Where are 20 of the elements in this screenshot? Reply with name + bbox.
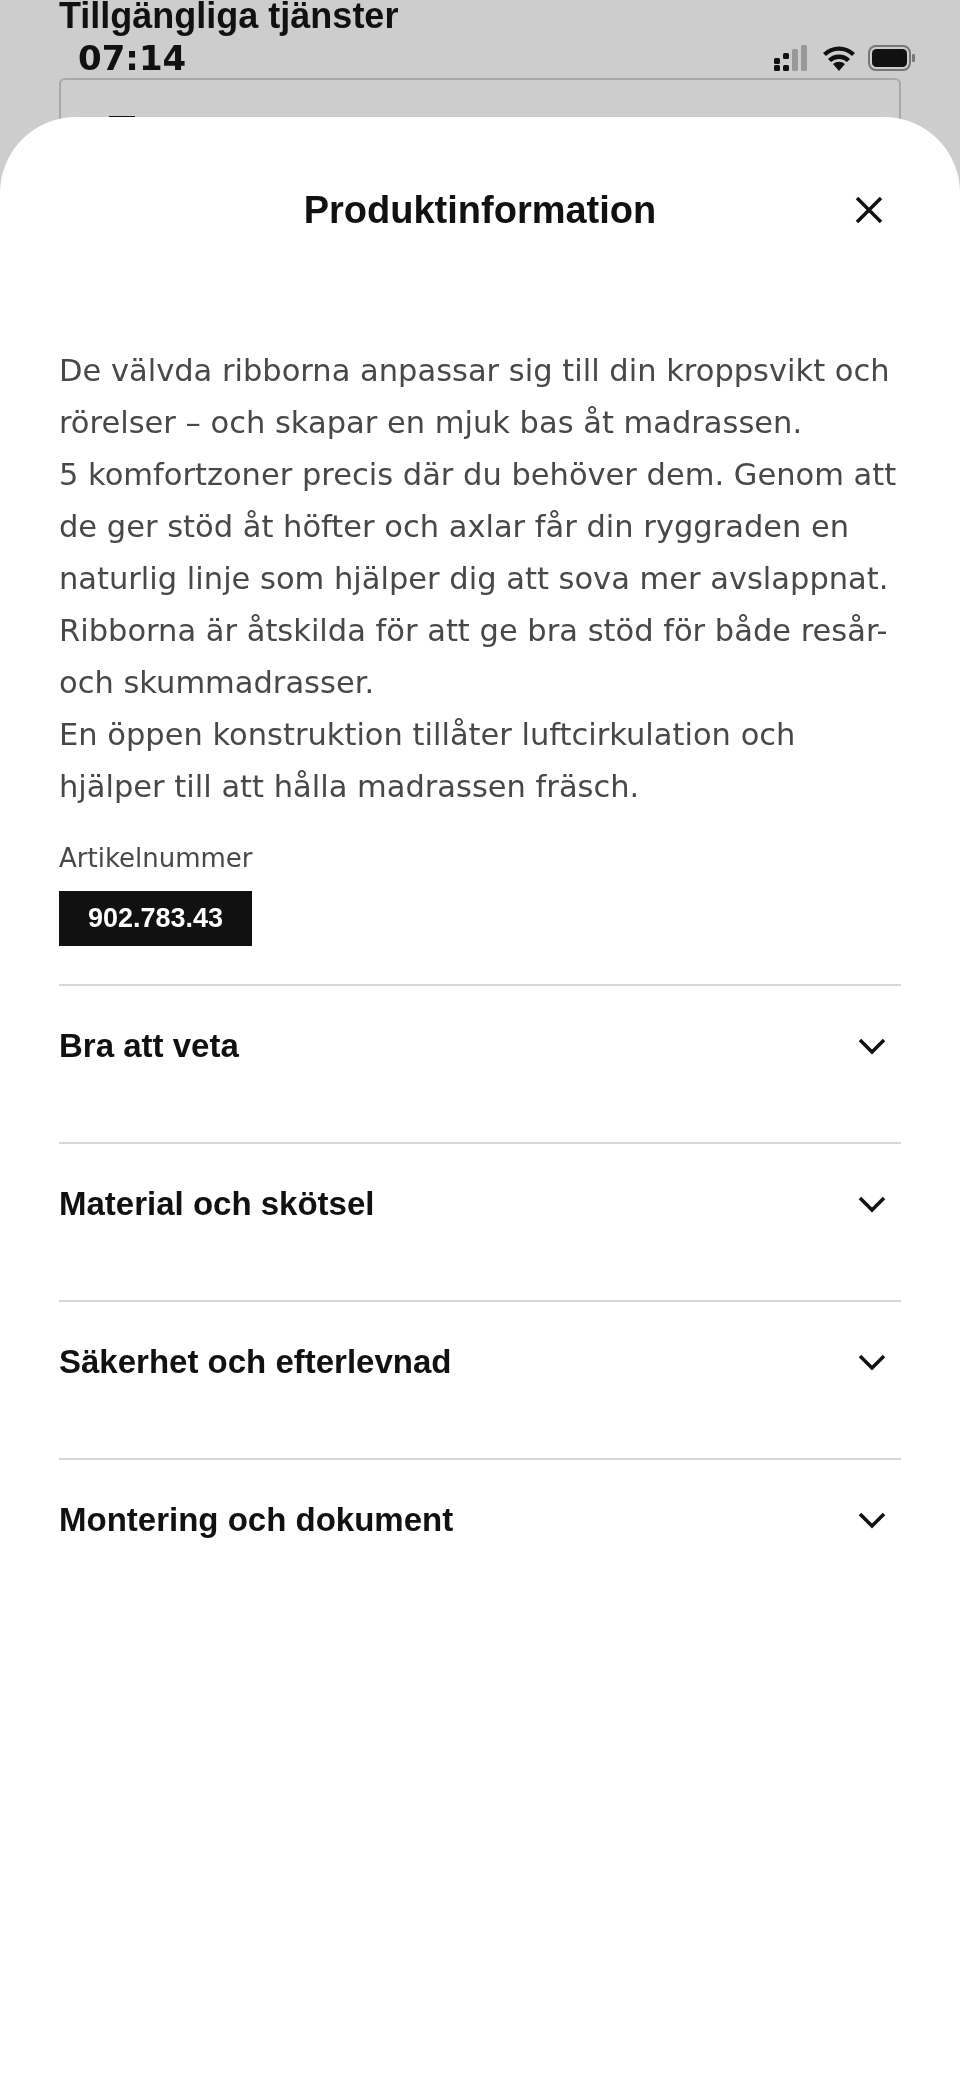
article-label: Artikelnummer: [59, 843, 254, 873]
description-text: 5 komfortzoner precis där du behöver dem. Genom att de ger stöd åt höfter och axlar får din ryggraden en naturlig linje som hjälper dig att sova mer avslappnat.: [59, 456, 898, 598]
chevron-icon: [857, 1195, 887, 1213]
chevron-icon: [857, 1511, 887, 1529]
accordion-item[interactable]: Bra att veta: [59, 984, 901, 1142]
description-text: En öppen konstruktion tillåter luftcirkulation och hjälper till att hålla madrassen fräsch.: [59, 716, 797, 806]
chevron-icon: [857, 1037, 887, 1055]
description-text: De välvda ribborna anpassar sig till din kroppsvikt och rörelser – och skapar en mjuk bas åt madrassen.: [59, 352, 891, 442]
description-text: Ribborna är åtskilda för att ge bra stöd för både resår- och skummadrasser.: [59, 612, 889, 702]
accordion-item[interactable]: Montering och dokument: [59, 1458, 901, 1616]
wifi-icon: [822, 45, 856, 71]
chevron-icon: [857, 1353, 887, 1371]
accordion-item[interactable]: Säkerhet och efterlevnad: [59, 1300, 901, 1458]
accordion-item[interactable]: Material och skötsel: [59, 1142, 901, 1300]
sheet-title: Produktinformation: [303, 189, 657, 232]
battery-icon: [868, 45, 916, 71]
page-heading: Tillgängliga tjänster: [59, 0, 400, 36]
status-time: 07:14: [78, 38, 187, 78]
signal-icon: [774, 45, 810, 71]
article-number: 902.783.43: [59, 891, 253, 946]
